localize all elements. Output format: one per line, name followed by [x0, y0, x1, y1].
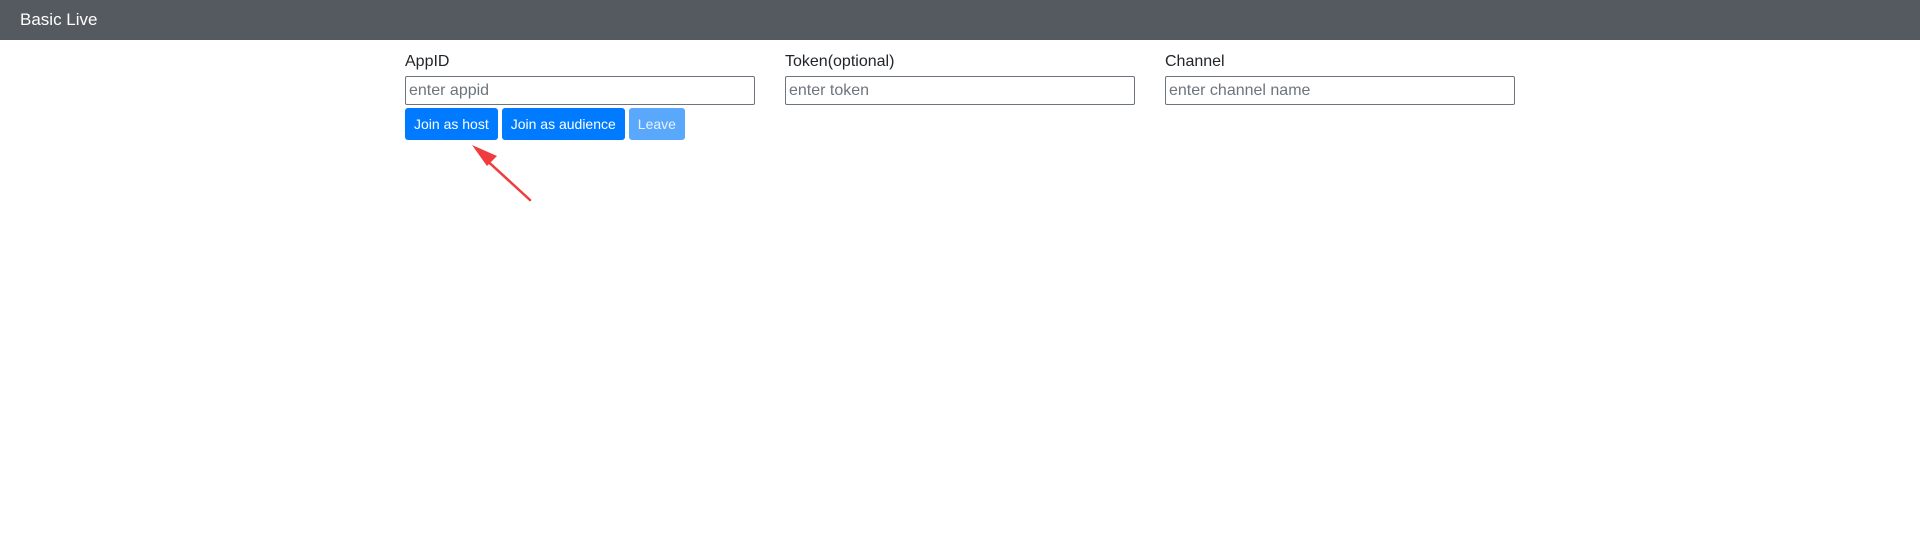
join-as-audience-button[interactable]: Join as audience	[501, 108, 625, 140]
appid-label: AppID	[405, 53, 450, 70]
leave-button[interactable]: Leave	[628, 108, 685, 140]
token-label: Token(optional)	[785, 53, 895, 70]
app-title: Basic Live	[20, 10, 98, 29]
action-buttons: Join as host Join as audience Leave	[405, 108, 685, 140]
appid-input[interactable]	[405, 76, 755, 105]
channel-input[interactable]	[1165, 76, 1515, 105]
channel-label: Channel	[1165, 53, 1225, 70]
appid-field-group: AppID	[405, 52, 755, 105]
token-field-group: Token(optional)	[785, 52, 1135, 105]
top-navbar: Basic Live	[0, 0, 1920, 40]
channel-field-group: Channel	[1165, 52, 1515, 105]
token-input[interactable]	[785, 76, 1135, 105]
join-as-host-button[interactable]: Join as host	[405, 108, 498, 140]
